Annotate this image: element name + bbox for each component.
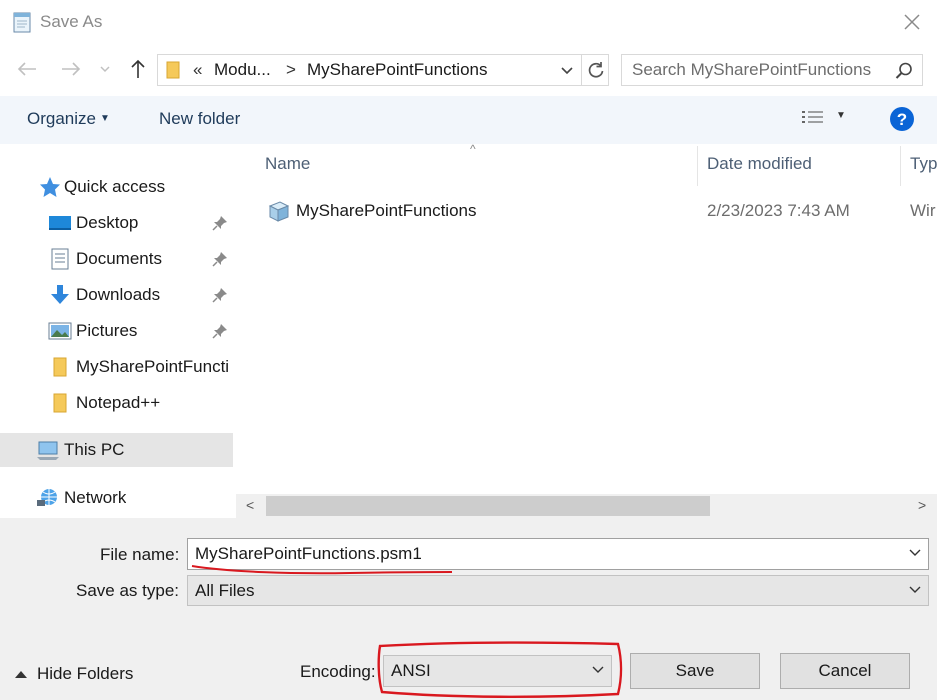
sidebar-item-mysharepointfunctions[interactable]: MySharePointFuncti xyxy=(0,350,233,384)
arrow-left-icon xyxy=(17,62,36,76)
cancel-button[interactable]: Cancel xyxy=(780,653,910,689)
desktop-icon xyxy=(49,216,71,230)
pictures-icon xyxy=(48,322,72,340)
chevron-down-icon xyxy=(100,66,110,73)
save-as-type-label: Save as type: xyxy=(76,581,180,600)
caret-down-icon: ▼ xyxy=(99,113,110,124)
column-divider[interactable] xyxy=(900,146,901,186)
address-crumb-modules[interactable]: Modu... xyxy=(214,60,271,80)
folder-icon xyxy=(53,357,67,377)
arrow-right-icon xyxy=(62,62,81,76)
navigation-pane: Quick access Desktop Documents Downloads… xyxy=(0,144,236,518)
download-icon xyxy=(51,285,69,304)
close-icon[interactable] xyxy=(900,10,924,34)
scroll-left-icon[interactable]: < xyxy=(246,497,254,513)
svg-text:?: ? xyxy=(897,110,907,129)
sidebar-item-label: Quick access xyxy=(64,177,166,196)
notepad-icon xyxy=(13,12,31,33)
circle-annotation xyxy=(377,641,623,698)
star-icon xyxy=(40,177,60,197)
title-bar: Save As xyxy=(0,0,937,44)
sidebar-item-label: Documents xyxy=(76,249,162,268)
address-bar[interactable]: « Modu... > MySharePointFunctions xyxy=(157,54,609,86)
column-divider[interactable] xyxy=(697,146,698,186)
view-details-icon[interactable] xyxy=(801,108,825,128)
organize-button[interactable]: Organize ▼ xyxy=(27,109,110,129)
scrollbar-thumb[interactable] xyxy=(266,496,710,516)
sidebar-item-label: This PC xyxy=(64,440,125,459)
save-as-type-select[interactable]: All Files xyxy=(187,575,929,606)
sidebar-item-notepadpp[interactable]: Notepad++ xyxy=(0,386,233,420)
sidebar-item-label: Network xyxy=(64,488,127,507)
file-name: MySharePointFunctions xyxy=(296,201,477,220)
sidebar-item-network[interactable]: Network xyxy=(0,481,233,515)
command-bar: Organize ▼ New folder ▼ xyxy=(0,96,937,144)
save-button[interactable]: Save xyxy=(630,653,760,689)
hide-folders-label: Hide Folders xyxy=(37,664,134,683)
scroll-right-icon[interactable]: > xyxy=(918,497,926,513)
column-header-type[interactable]: Typ xyxy=(910,154,937,174)
pin-icon[interactable] xyxy=(212,287,228,303)
save-as-type-value: All Files xyxy=(195,581,255,600)
folder-icon xyxy=(166,61,180,79)
sidebar-item-label: Notepad++ xyxy=(76,393,161,412)
address-dropdown-button[interactable] xyxy=(556,55,578,85)
sidebar-item-quick-access[interactable]: Quick access xyxy=(0,170,233,204)
pin-icon[interactable] xyxy=(212,323,228,339)
chevron-down-icon xyxy=(561,66,573,74)
sidebar-item-documents[interactable]: Documents xyxy=(0,242,233,276)
module-file-icon xyxy=(268,201,290,222)
back-button[interactable] xyxy=(14,56,40,82)
file-list: ^ Name Date modified Typ MySharePointFun… xyxy=(236,142,937,496)
address-separator[interactable]: > xyxy=(286,60,296,80)
file-date-modified: 2/23/2023 7:43 AM xyxy=(707,201,850,220)
horizontal-scrollbar[interactable]: < > xyxy=(236,494,937,518)
pin-icon[interactable] xyxy=(212,215,228,231)
sidebar-item-pictures[interactable]: Pictures xyxy=(0,314,233,348)
forward-button[interactable] xyxy=(58,56,84,82)
file-name-label: File name: xyxy=(100,545,180,564)
organize-label: Organize xyxy=(27,109,96,128)
sidebar-item-label: Downloads xyxy=(76,285,161,304)
chevron-down-icon[interactable] xyxy=(908,582,922,598)
sort-ascending-icon: ^ xyxy=(470,142,476,156)
new-folder-button[interactable]: New folder xyxy=(159,109,240,129)
sidebar-item-desktop[interactable]: Desktop xyxy=(0,206,233,240)
folder-icon xyxy=(53,393,67,413)
sidebar-item-label: Pictures xyxy=(76,321,138,340)
address-overflow[interactable]: « xyxy=(193,60,202,80)
arrow-up-icon xyxy=(131,59,145,78)
search-icon[interactable] xyxy=(894,61,914,81)
search-placeholder[interactable]: Search MySharePointFunctions xyxy=(632,60,871,80)
caret-up-icon xyxy=(15,671,27,678)
sidebar-item-label: MySharePointFuncti xyxy=(76,357,230,376)
up-button[interactable] xyxy=(125,56,151,82)
refresh-icon xyxy=(588,62,603,78)
pin-icon[interactable] xyxy=(212,251,228,267)
sidebar-item-label: Desktop xyxy=(76,213,139,232)
column-header-date-modified[interactable]: Date modified xyxy=(707,154,812,174)
table-row[interactable]: MySharePointFunctions 2/23/2023 7:43 AM … xyxy=(262,196,937,226)
sidebar-item-this-pc[interactable]: This PC xyxy=(0,433,233,467)
sidebar-item-downloads[interactable]: Downloads xyxy=(0,278,233,312)
column-header-name[interactable]: Name xyxy=(265,154,310,174)
file-type: Wir xyxy=(910,201,936,220)
search-box[interactable]: Search MySharePointFunctions xyxy=(621,54,923,86)
window-title: Save As xyxy=(40,12,103,31)
file-name-value[interactable]: MySharePointFunctions.psm1 xyxy=(195,544,422,564)
computer-icon xyxy=(37,441,59,460)
refresh-button[interactable] xyxy=(581,55,609,85)
hide-folders-button[interactable]: Hide Folders xyxy=(14,664,133,684)
documents-icon xyxy=(51,248,69,270)
chevron-down-icon[interactable] xyxy=(908,545,922,561)
network-icon xyxy=(37,489,57,506)
recent-locations-button[interactable] xyxy=(95,56,115,82)
address-crumb-current[interactable]: MySharePointFunctions xyxy=(307,60,487,80)
views-dropdown-icon[interactable]: ▼ xyxy=(836,110,846,121)
encoding-label: Encoding: xyxy=(300,662,376,681)
help-icon[interactable]: ? xyxy=(889,106,915,132)
